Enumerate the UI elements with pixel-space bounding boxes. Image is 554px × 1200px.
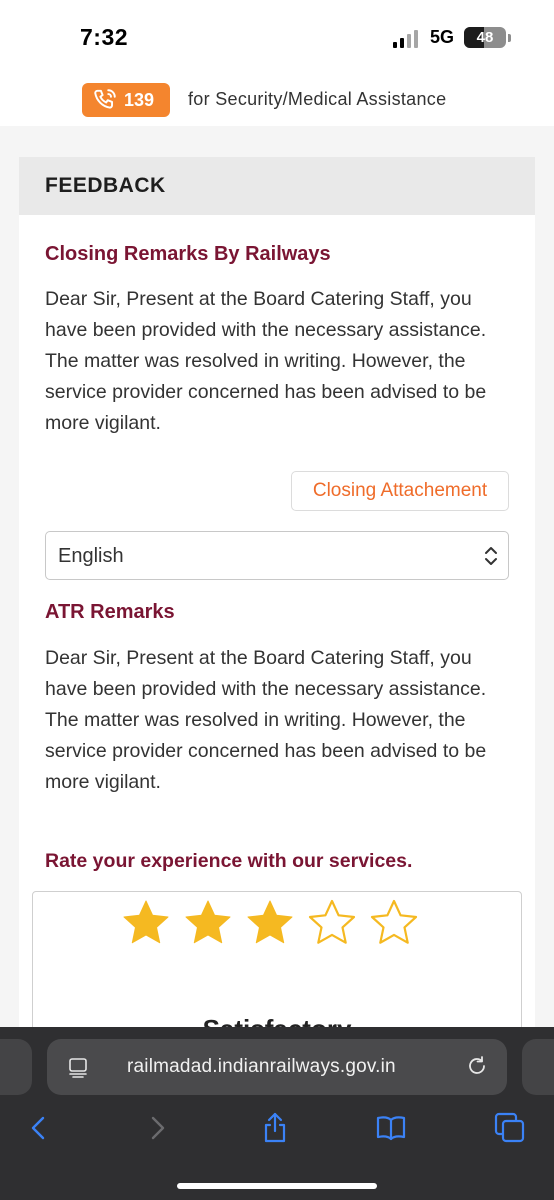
home-indicator bbox=[177, 1183, 377, 1189]
helpline-number: 139 bbox=[124, 89, 155, 110]
feedback-card: FEEDBACK Closing Remarks By Railways Dea… bbox=[19, 157, 535, 1041]
status-bar: 7:32 5G 48 bbox=[0, 0, 554, 76]
atr-remarks-heading: ATR Remarks bbox=[45, 601, 175, 623]
page-menu-icon[interactable] bbox=[67, 1056, 89, 1078]
network-type: 5G bbox=[430, 27, 455, 47]
back-icon[interactable] bbox=[22, 1111, 56, 1145]
helpline-banner: 139 for Security/Medical Assistance bbox=[0, 76, 554, 126]
browser-toolbar bbox=[0, 1107, 554, 1151]
star-filled-icon[interactable] bbox=[245, 898, 295, 948]
closing-remarks-text: Dear Sir, Present at the Board Catering … bbox=[45, 288, 487, 434]
battery-percent: 48 bbox=[476, 29, 494, 46]
feedback-title: FEEDBACK bbox=[45, 174, 166, 197]
forward-icon[interactable] bbox=[140, 1111, 174, 1145]
status-time: 7:32 bbox=[80, 24, 129, 50]
bookmarks-icon[interactable] bbox=[374, 1111, 408, 1145]
phone-icon bbox=[94, 89, 116, 109]
url-text: railmadad.indianrailways.gov.in bbox=[127, 1056, 396, 1077]
share-icon[interactable] bbox=[258, 1111, 292, 1145]
language-select[interactable]: English bbox=[45, 531, 509, 580]
updown-chevron-icon bbox=[485, 547, 497, 565]
reload-icon[interactable] bbox=[465, 1054, 489, 1078]
next-tab-preview[interactable] bbox=[522, 1039, 554, 1095]
star-rating[interactable] bbox=[121, 898, 419, 948]
star-filled-icon[interactable] bbox=[121, 898, 171, 948]
closing-attachment-button[interactable]: Closing Attachement bbox=[291, 471, 509, 511]
card-header: FEEDBACK bbox=[19, 157, 535, 215]
rate-experience-heading: Rate your experience with our services. bbox=[45, 850, 413, 872]
closing-remarks-heading: Closing Remarks By Railways bbox=[45, 243, 331, 265]
star-outline-icon[interactable] bbox=[307, 898, 357, 948]
address-bar[interactable]: railmadad.indianrailways.gov.in bbox=[47, 1039, 507, 1095]
atr-remarks-text: Dear Sir, Present at the Board Catering … bbox=[45, 647, 487, 793]
rating-box: Satisfactory bbox=[32, 891, 522, 1041]
language-select-value: English bbox=[58, 545, 124, 567]
tabs-icon[interactable] bbox=[493, 1111, 527, 1145]
helpline-text: for Security/Medical Assistance bbox=[188, 89, 447, 109]
battery-icon: 48 bbox=[464, 27, 506, 48]
cellular-signal-icon bbox=[393, 30, 419, 48]
star-outline-icon[interactable] bbox=[369, 898, 419, 948]
star-filled-icon[interactable] bbox=[183, 898, 233, 948]
browser-chrome: railmadad.indianrailways.gov.in bbox=[0, 1027, 554, 1200]
previous-tab-preview[interactable] bbox=[0, 1039, 32, 1095]
battery-tip bbox=[508, 34, 511, 42]
helpline-call-button[interactable]: 139 bbox=[82, 83, 170, 117]
